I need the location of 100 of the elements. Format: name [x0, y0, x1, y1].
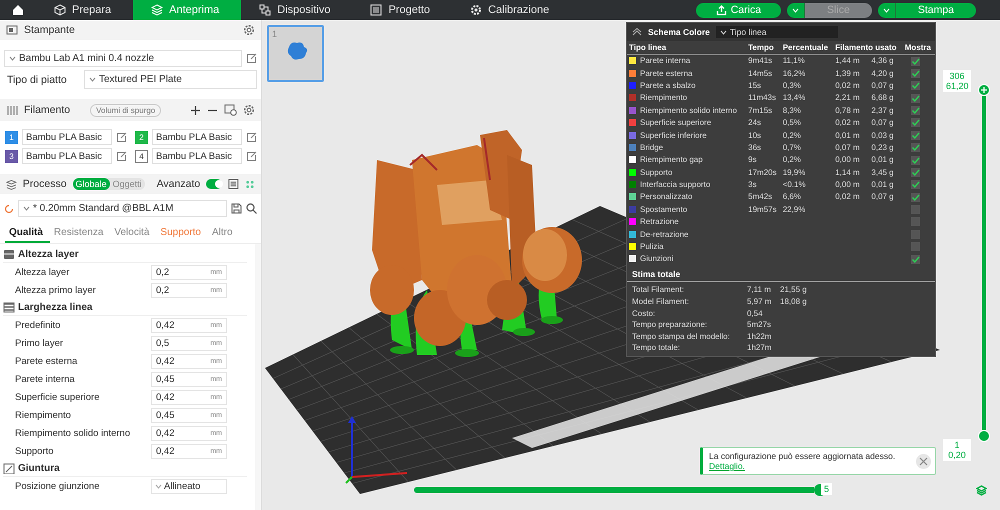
- nav-tab[interactable]: Prepara: [36, 0, 134, 20]
- field-label: Tipo di piatto: [6, 74, 68, 86]
- visibility-checkbox[interactable]: [910, 192, 920, 202]
- table-cell-text: 0,5%: [782, 117, 802, 129]
- sync-icon[interactable]: [224, 104, 237, 116]
- nav-tab[interactable]: Progetto: [352, 0, 452, 20]
- visibility-checkbox[interactable]: [910, 205, 920, 214]
- line-type-label: Personalizzato: [640, 192, 692, 202]
- reset-icon[interactable]: [4, 204, 14, 214]
- visibility-checkbox[interactable]: [910, 130, 920, 140]
- edit-icon[interactable]: [116, 132, 127, 142]
- table-cell-text: 7m15s: [747, 104, 774, 116]
- search-icon[interactable]: [246, 203, 257, 214]
- filament-select[interactable]: Bambu PLA Basic: [22, 148, 112, 164]
- settings-icon[interactable]: [243, 104, 255, 116]
- slider-thumb[interactable]: [978, 430, 990, 442]
- edit-icon[interactable]: [246, 132, 257, 142]
- filament-select[interactable]: Bambu PLA Basic: [152, 129, 242, 145]
- edit-icon[interactable]: [246, 150, 257, 162]
- settings-tab[interactable]: Resistenza: [50, 225, 110, 243]
- filament-select[interactable]: Bambu PLA Basic: [152, 148, 242, 164]
- printer-icon: [6, 24, 18, 36]
- visibility-checkbox[interactable]: [910, 68, 920, 78]
- visibility-checkbox[interactable]: [910, 156, 920, 165]
- visibility-checkbox[interactable]: [910, 94, 920, 103]
- panel-title: Schema Colore: [648, 27, 710, 37]
- close-icon: [919, 456, 928, 466]
- visibility-checkbox[interactable]: [910, 118, 920, 128]
- visibility-checkbox[interactable]: [910, 217, 920, 226]
- caret-icon: [89, 77, 96, 82]
- settings-tab[interactable]: Altro: [208, 225, 240, 243]
- edit-icon[interactable]: [246, 53, 257, 64]
- settings-tab[interactable]: Qualità: [5, 225, 50, 243]
- table-cell: 9m41s: [746, 54, 781, 67]
- table-cell-text: 2,21 m: [834, 92, 861, 104]
- column-header: Percentuale: [780, 41, 834, 54]
- visibility-checkbox[interactable]: [910, 106, 920, 115]
- line-type-label: Supporto: [640, 168, 672, 177]
- collapse-icon[interactable]: [632, 28, 642, 36]
- summary-value: 5,97 m: [747, 297, 772, 306]
- table-cell-text: 22,9%: [782, 204, 806, 216]
- summary-value: 0,54: [747, 308, 764, 318]
- visibility-checkbox[interactable]: [910, 254, 920, 264]
- visibility-checkbox[interactable]: [910, 81, 920, 90]
- line-type-label: Interfaccia supporto: [640, 180, 710, 190]
- filament-select[interactable]: Bambu PLA Basic: [22, 129, 112, 145]
- table-cell-text: 0,07 m: [834, 142, 861, 154]
- column-header: Filamento usato: [833, 41, 903, 54]
- filament-number[interactable]: 4: [135, 150, 148, 162]
- visibility-checkbox[interactable]: [910, 143, 920, 152]
- dropdown-button[interactable]: [787, 2, 806, 18]
- close-button[interactable]: [916, 454, 931, 468]
- visibility-checkbox[interactable]: [910, 56, 920, 66]
- printer-select[interactable]: Bambu Lab A1 mini 0.4 nozzle: [4, 50, 242, 67]
- group-title: Giuntura: [18, 462, 60, 474]
- plus-icon[interactable]: [190, 104, 201, 116]
- filament-number[interactable]: 3: [5, 150, 18, 162]
- setting-label: Posizione giunzione: [15, 480, 101, 492]
- gear-icon: [470, 4, 482, 16]
- slider-thumb[interactable]: [978, 84, 990, 96]
- visibility-checkbox[interactable]: [910, 168, 920, 177]
- group-icon: [3, 248, 15, 260]
- toggle-label: Avanzato: [156, 178, 200, 190]
- toggle-switch[interactable]: [206, 179, 222, 189]
- line-type-label: Parete interna: [640, 56, 690, 66]
- table-cell-text: 3s: [747, 179, 758, 191]
- settings-icon[interactable]: [243, 24, 255, 36]
- nav-tab[interactable]: Dispositivo: [241, 0, 352, 20]
- line-type-label: Giunzioni: [640, 254, 674, 264]
- table-cell-text: 0,00 m: [834, 154, 861, 166]
- visibility-checkbox[interactable]: [910, 180, 920, 190]
- list-icon[interactable]: [228, 178, 240, 190]
- process-select[interactable]: * 0.20mm Standard @BBL A1M: [18, 200, 227, 217]
- table-cell-text: 1,39 m: [834, 68, 861, 80]
- nav-tab[interactable]: Calibrazione: [452, 0, 572, 20]
- caret-icon: [882, 8, 890, 12]
- home-icon: [12, 4, 24, 16]
- table-cell-text: 13,4%: [782, 92, 806, 104]
- layer-number: 306: [948, 71, 966, 81]
- layer-height: 61,20: [946, 81, 968, 91]
- table-cell-text: 16,2%: [782, 68, 806, 80]
- summary-value: 1h22m: [747, 332, 772, 341]
- plate-select[interactable]: Textured PEI Plate: [84, 70, 257, 89]
- table-cell-text: 6,68 g: [870, 92, 895, 104]
- table-cell-text: 19m57s: [747, 204, 778, 216]
- settings-tab[interactable]: Velocità: [110, 225, 156, 243]
- table-cell-text: 0,7%: [782, 142, 802, 154]
- view-select[interactable]: Tipo linea: [716, 26, 838, 38]
- line-type-label: Parete esterna: [640, 68, 692, 78]
- slider-track[interactable]: [982, 96, 986, 430]
- visibility-checkbox[interactable]: [910, 242, 920, 252]
- dropdown-button[interactable]: [878, 2, 896, 18]
- visibility-checkbox[interactable]: [910, 230, 920, 239]
- summary-value: 1h27m: [747, 343, 772, 352]
- table-cell-text: 0,78 m: [834, 104, 861, 116]
- edit-icon[interactable]: [116, 150, 127, 162]
- purge-button[interactable]: Volumi di spurgo: [90, 104, 162, 116]
- select-field[interactable]: Allineato: [151, 478, 227, 494]
- save-icon[interactable]: [231, 203, 242, 214]
- layer-number: 1: [953, 440, 960, 450]
